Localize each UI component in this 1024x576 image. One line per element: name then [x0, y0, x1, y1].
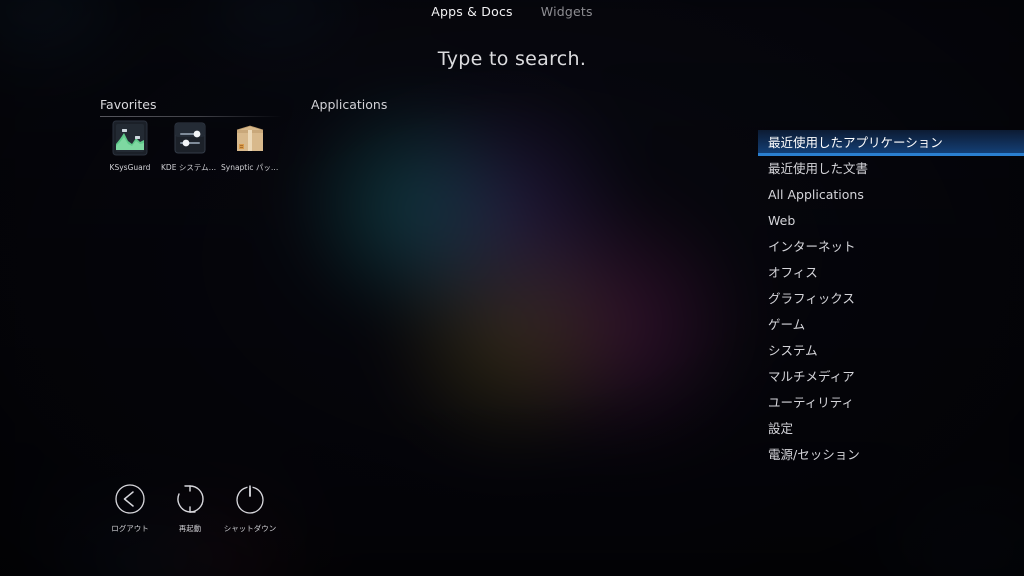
tab-widgets-label: Widgets: [540, 4, 593, 19]
logout-button[interactable]: ログアウト: [100, 482, 160, 534]
category-label: 設定: [768, 421, 794, 436]
shutdown-button[interactable]: シャットダウン: [220, 482, 280, 534]
category-item-power-session[interactable]: 電源/セッション: [758, 442, 1024, 468]
category-item-utilities[interactable]: ユーティリティ: [758, 390, 1024, 416]
category-label: インターネット: [768, 239, 856, 254]
favorite-ksysguard-label: KSysGuard: [109, 163, 151, 172]
restart-button[interactable]: 再起動: [160, 482, 220, 534]
category-item-settings[interactable]: 設定: [758, 416, 1024, 442]
favorites-separator: [100, 116, 282, 117]
top-tab-bar: Apps & Docs Widgets: [0, 0, 1024, 24]
favorite-ksysguard[interactable]: KSysGuard: [100, 120, 160, 173]
restart-icon: [173, 482, 207, 516]
category-label: 電源/セッション: [768, 447, 860, 462]
favorites-header-label: Favorites: [100, 97, 157, 112]
favorite-kde-system-settings[interactable]: KDE システム設定: [160, 120, 220, 173]
restart-label: 再起動: [178, 524, 202, 533]
search-input[interactable]: Type to search.: [0, 48, 1024, 70]
category-label: Web: [768, 213, 796, 228]
category-item-internet[interactable]: インターネット: [758, 234, 1024, 260]
category-label: グラフィックス: [768, 291, 855, 306]
category-label: マルチメディア: [768, 369, 855, 384]
ksysguard-icon: [112, 120, 148, 156]
category-label: ゲーム: [768, 317, 806, 332]
favorite-synaptic-label: Synaptic パッケ...: [221, 163, 279, 172]
search-prompt-label: Type to search.: [437, 48, 587, 70]
tab-apps-docs[interactable]: Apps & Docs: [431, 0, 513, 24]
tab-apps-docs-label: Apps & Docs: [431, 4, 513, 19]
category-list: 最近使用したアプリケーション 最近使用した文書 All Applications…: [758, 130, 1024, 468]
category-label: All Applications: [768, 187, 864, 202]
applications-header[interactable]: Applications: [311, 97, 387, 112]
session-actions: ログアウト 再起動 シャットダウン: [100, 482, 280, 534]
logout-icon: [113, 482, 147, 516]
logout-label: ログアウト: [111, 524, 149, 533]
category-item-recent-documents[interactable]: 最近使用した文書: [758, 156, 1024, 182]
kde-system-settings-icon: [172, 120, 208, 156]
shutdown-power-icon: [233, 482, 267, 516]
synaptic-package-manager-icon: [232, 120, 268, 156]
shutdown-label: シャットダウン: [223, 524, 277, 533]
launcher-screen: Apps & Docs Widgets Type to search. Favo…: [0, 0, 1024, 576]
tab-widgets[interactable]: Widgets: [541, 0, 593, 24]
category-item-games[interactable]: ゲーム: [758, 312, 1024, 338]
category-item-graphics[interactable]: グラフィックス: [758, 286, 1024, 312]
category-item-recent-applications[interactable]: 最近使用したアプリケーション: [758, 130, 1024, 156]
favorite-kde-system-settings-label: KDE システム設定: [161, 163, 219, 172]
favorites-grid: KSysGuard KDE システム設定 Synaptic パッケ: [100, 120, 290, 173]
category-label: ユーティリティ: [768, 395, 855, 410]
category-label: システム: [768, 343, 818, 358]
category-item-system[interactable]: システム: [758, 338, 1024, 364]
category-label: 最近使用した文書: [768, 161, 869, 176]
category-label: オフィス: [768, 265, 818, 280]
favorites-header: Favorites: [100, 97, 156, 112]
category-item-multimedia[interactable]: マルチメディア: [758, 364, 1024, 390]
applications-header-label: Applications: [311, 97, 388, 112]
category-item-office[interactable]: オフィス: [758, 260, 1024, 286]
category-item-all-applications[interactable]: All Applications: [758, 182, 1024, 208]
favorite-synaptic[interactable]: Synaptic パッケ...: [220, 120, 280, 173]
category-item-web[interactable]: Web: [758, 208, 1024, 234]
launcher-content: Apps & Docs Widgets Type to search. Favo…: [0, 0, 1024, 576]
category-label: 最近使用したアプリケーション: [768, 135, 943, 150]
